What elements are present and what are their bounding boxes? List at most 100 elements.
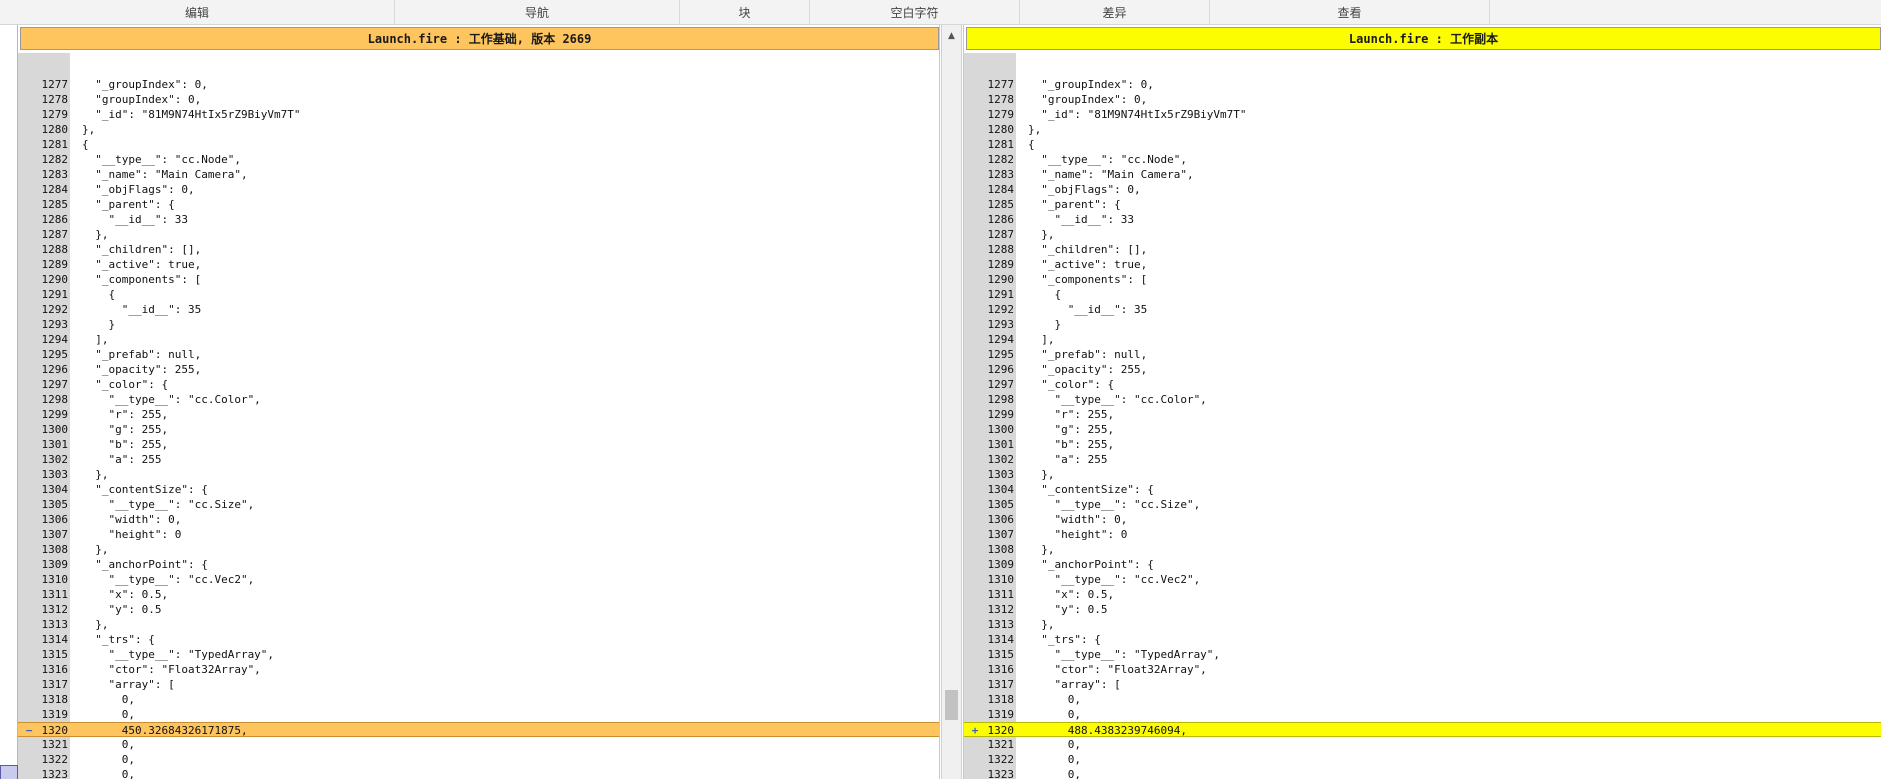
code-line[interactable]: 1288 "_children": [],: [18, 242, 939, 257]
menu-edit[interactable]: 编辑: [0, 0, 395, 25]
code-line[interactable]: 1323 0,: [964, 767, 1881, 779]
code-line[interactable]: 1286 "__id__": 33: [18, 212, 939, 227]
code-line[interactable]: 1302 "a": 255: [18, 452, 939, 467]
code-line[interactable]: 1297 "_color": {: [18, 377, 939, 392]
code-line[interactable]: 1277 "_groupIndex": 0,: [18, 77, 939, 92]
code-line[interactable]: 1285 "_parent": {: [964, 197, 1881, 212]
code-line[interactable]: 1308 },: [18, 542, 939, 557]
code-line[interactable]: 1279 "_id": "81M9N74HtIx5rZ9BiyVm7T": [18, 107, 939, 122]
code-line[interactable]: 1302 "a": 255: [964, 452, 1881, 467]
code-line[interactable]: 1282 "__type__": "cc.Node",: [18, 152, 939, 167]
code-line[interactable]: 1318 0,: [18, 692, 939, 707]
code-line[interactable]: 1292 "__id__": 35: [964, 302, 1881, 317]
code-line[interactable]: 1321 0,: [964, 737, 1881, 752]
code-line[interactable]: 1278 "groupIndex": 0,: [964, 92, 1881, 107]
code-line[interactable]: 1307 "height": 0: [18, 527, 939, 542]
code-line[interactable]: 1298 "__type__": "cc.Color",: [964, 392, 1881, 407]
code-line[interactable]: 1290 "_components": [: [18, 272, 939, 287]
code-line[interactable]: 1322 0,: [18, 752, 939, 767]
code-line[interactable]: 1291 {: [964, 287, 1881, 302]
right-code-area[interactable]: 1277 "_groupIndex": 0, 1278 "groupIndex":…: [964, 53, 1881, 779]
code-line[interactable]: 1296 "_opacity": 255,: [964, 362, 1881, 377]
code-line[interactable]: 1305 "__type__": "cc.Size",: [964, 497, 1881, 512]
code-line[interactable]: 1316 "ctor": "Float32Array",: [18, 662, 939, 677]
code-line[interactable]: 1296 "_opacity": 255,: [18, 362, 939, 377]
code-line[interactable]: 1307 "height": 0: [964, 527, 1881, 542]
scrollbar-thumb[interactable]: [945, 690, 958, 720]
code-line[interactable]: 1309 "_anchorPoint": {: [18, 557, 939, 572]
code-line[interactable]: 1310 "__type__": "cc.Vec2",: [964, 572, 1881, 587]
code-line[interactable]: 1306 "width": 0,: [18, 512, 939, 527]
code-line[interactable]: 1317 "array": [: [18, 677, 939, 692]
code-line[interactable]: 1301 "b": 255,: [18, 437, 939, 452]
code-line[interactable]: 1303 },: [18, 467, 939, 482]
code-line[interactable]: 1292 "__id__": 35: [18, 302, 939, 317]
code-line[interactable]: 1301 "b": 255,: [964, 437, 1881, 452]
location-marker[interactable]: [0, 765, 18, 779]
code-line[interactable]: 1287 },: [964, 227, 1881, 242]
code-line[interactable]: 1286 "__id__": 33: [964, 212, 1881, 227]
code-line[interactable]: 1311 "x": 0.5,: [18, 587, 939, 602]
code-line[interactable]: 1295 "_prefab": null,: [964, 347, 1881, 362]
code-line[interactable]: 1319 0,: [964, 707, 1881, 722]
code-line[interactable]: 1300 "g": 255,: [18, 422, 939, 437]
menu-block[interactable]: 块: [680, 0, 810, 25]
code-line[interactable]: 1281 {: [964, 137, 1881, 152]
code-line[interactable]: 1284 "_objFlags": 0,: [964, 182, 1881, 197]
code-line[interactable]: 1279 "_id": "81M9N74HtIx5rZ9BiyVm7T": [964, 107, 1881, 122]
code-line[interactable]: 1314 "_trs": {: [18, 632, 939, 647]
code-line[interactable]: 1299 "r": 255,: [964, 407, 1881, 422]
code-line[interactable]: 1313 },: [18, 617, 939, 632]
code-line[interactable]: 1310 "__type__": "cc.Vec2",: [18, 572, 939, 587]
location-strip[interactable]: [0, 25, 18, 779]
code-line[interactable]: 1283 "_name": "Main Camera",: [964, 167, 1881, 182]
code-line[interactable]: 1288 "_children": [],: [964, 242, 1881, 257]
code-line[interactable]: 1282 "__type__": "cc.Node",: [964, 152, 1881, 167]
code-line[interactable]: 1297 "_color": {: [964, 377, 1881, 392]
code-line[interactable]: 1317 "array": [: [964, 677, 1881, 692]
code-line[interactable]: 1304 "_contentSize": {: [18, 482, 939, 497]
code-line[interactable]: 1293 }: [18, 317, 939, 332]
code-line[interactable]: 1289 "_active": true,: [18, 257, 939, 272]
code-line[interactable]: 1283 "_name": "Main Camera",: [18, 167, 939, 182]
code-line[interactable]: 1323 0,: [18, 767, 939, 779]
code-line[interactable]: 1284 "_objFlags": 0,: [18, 182, 939, 197]
code-line[interactable]: 1280},: [964, 122, 1881, 137]
diff-line[interactable]: +1320 488.4383239746094,: [964, 722, 1881, 737]
code-line[interactable]: 1277 "_groupIndex": 0,: [964, 77, 1881, 92]
code-line[interactable]: 1291 {: [18, 287, 939, 302]
code-line[interactable]: 1295 "_prefab": null,: [18, 347, 939, 362]
code-line[interactable]: 1318 0,: [964, 692, 1881, 707]
code-line[interactable]: 1321 0,: [18, 737, 939, 752]
code-line[interactable]: 1294 ],: [18, 332, 939, 347]
code-line[interactable]: 1280},: [18, 122, 939, 137]
code-line[interactable]: 1281 {: [18, 137, 939, 152]
code-line[interactable]: 1305 "__type__": "cc.Size",: [18, 497, 939, 512]
code-line[interactable]: 1293 }: [964, 317, 1881, 332]
code-line[interactable]: 1289 "_active": true,: [964, 257, 1881, 272]
code-line[interactable]: 1306 "width": 0,: [964, 512, 1881, 527]
scroll-up-arrow-icon[interactable]: ▲: [942, 27, 961, 45]
code-line[interactable]: 1278 "groupIndex": 0,: [18, 92, 939, 107]
code-line[interactable]: 1290 "_components": [: [964, 272, 1881, 287]
vertical-scrollbar[interactable]: ▲: [941, 25, 962, 779]
left-code-area[interactable]: 1277 "_groupIndex": 0, 1278 "groupIndex":…: [18, 53, 939, 779]
code-line[interactable]: 1319 0,: [18, 707, 939, 722]
code-line[interactable]: 1285 "_parent": {: [18, 197, 939, 212]
code-line[interactable]: 1304 "_contentSize": {: [964, 482, 1881, 497]
code-line[interactable]: 1299 "r": 255,: [18, 407, 939, 422]
code-line[interactable]: 1312 "y": 0.5: [964, 602, 1881, 617]
code-line[interactable]: 1313 },: [964, 617, 1881, 632]
code-line[interactable]: 1322 0,: [964, 752, 1881, 767]
code-line[interactable]: 1314 "_trs": {: [964, 632, 1881, 647]
menu-whitespace[interactable]: 空白字符: [810, 0, 1020, 25]
code-line[interactable]: 1315 "__type__": "TypedArray",: [18, 647, 939, 662]
menu-navigate[interactable]: 导航: [395, 0, 680, 25]
code-line[interactable]: 1315 "__type__": "TypedArray",: [964, 647, 1881, 662]
code-line[interactable]: 1311 "x": 0.5,: [964, 587, 1881, 602]
menu-view[interactable]: 查看: [1210, 0, 1490, 25]
code-line[interactable]: 1309 "_anchorPoint": {: [964, 557, 1881, 572]
code-line[interactable]: 1300 "g": 255,: [964, 422, 1881, 437]
code-line[interactable]: 1308 },: [964, 542, 1881, 557]
code-line[interactable]: 1298 "__type__": "cc.Color",: [18, 392, 939, 407]
